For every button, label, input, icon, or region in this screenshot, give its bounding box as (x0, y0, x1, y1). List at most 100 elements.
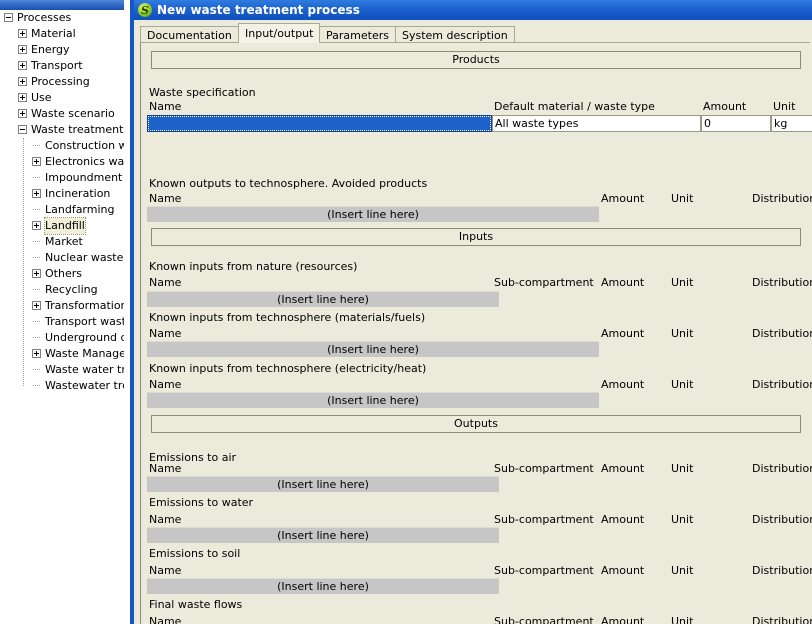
tree-item-incineration[interactable]: Incineration (0, 186, 124, 202)
group-title-known-outputs-technosphere: Known outputs to technosphere. Avoided p… (149, 177, 428, 190)
column-header-default-material: Default material / waste type (494, 100, 655, 113)
column-header-unit: Unit (671, 276, 694, 289)
group-title-known-inputs-electricity: Known inputs from technosphere (electric… (149, 362, 427, 375)
insert-line-known-inputs-electricity[interactable]: (Insert line here) (147, 392, 599, 408)
expand-plus-icon[interactable] (18, 93, 27, 102)
waste-specification-default-material-input[interactable]: All waste types (492, 115, 701, 132)
tree-item-transport[interactable]: Transport (0, 58, 124, 74)
expand-plus-icon[interactable] (18, 61, 27, 70)
tree-item-wastewater-trea[interactable]: Wastewater trea (0, 378, 124, 394)
tree-item-construction-was[interactable]: Construction was (0, 138, 124, 154)
group-title-known-inputs-materials: Known inputs from technosphere (material… (149, 311, 426, 324)
expand-plus-icon[interactable] (32, 157, 41, 166)
tree-item-transformation[interactable]: Transformation (0, 298, 124, 314)
tree-item-label: Transformation (45, 299, 124, 312)
dialog-titlebar[interactable]: S New waste treatment process (134, 0, 812, 20)
tree-item-landfill[interactable]: Landfill (0, 217, 124, 235)
section-header-inputs: Inputs (151, 228, 801, 246)
tree-item-processing[interactable]: Processing (0, 74, 124, 90)
column-header-amount: Amount (601, 327, 645, 340)
expand-plus-icon[interactable] (18, 109, 27, 118)
column-header-sub-compartment: Sub-compartment (494, 615, 594, 624)
expand-plus-icon[interactable] (32, 269, 41, 278)
expand-plus-icon[interactable] (32, 301, 41, 310)
tree-item-waste-treatment[interactable]: Waste treatment (0, 122, 124, 138)
insert-line-emissions-water[interactable]: (Insert line here) (147, 527, 499, 543)
column-header-sub-compartment: Sub-compartment (494, 564, 594, 577)
expand-plus-icon[interactable] (32, 189, 41, 198)
collapse-minus-icon[interactable] (18, 125, 27, 134)
tab-input-output[interactable]: Input/output (238, 23, 321, 43)
column-header-amount: Amount (601, 564, 645, 577)
column-header-unit: Unit (671, 615, 694, 624)
column-header-amount: Amount (601, 615, 645, 624)
tree-item-recycling[interactable]: Recycling (0, 282, 124, 298)
insert-line-emissions-soil[interactable]: (Insert line here) (147, 578, 499, 594)
insert-line-emissions-air[interactable]: (Insert line here) (147, 476, 499, 492)
process-tree[interactable]: Processes Material Energy Transport Processi… (0, 10, 124, 394)
column-header-unit: Unit (773, 100, 796, 113)
tree-item-electronics-waste[interactable]: Electronics waste (0, 154, 124, 170)
insert-line-known-inputs-materials[interactable]: (Insert line here) (147, 341, 599, 357)
tree-item-waste-scenario[interactable]: Waste scenario (0, 106, 124, 122)
column-header-amount: Amount (601, 276, 645, 289)
tree-item-underground-dep[interactable]: Underground dep (0, 330, 124, 346)
tree-item-material[interactable]: Material (0, 26, 124, 42)
tab-bar[interactable]: Documentation Input/output Parameters Syste… (140, 23, 810, 43)
tree-item-label: Others (45, 267, 82, 280)
tree-item-energy[interactable]: Energy (0, 42, 124, 58)
column-header-name: Name (149, 378, 182, 391)
expand-plus-icon[interactable] (32, 349, 41, 358)
process-dialog-window: S New waste treatment process Documentat… (130, 0, 812, 624)
tree-item-label: Construction was (45, 139, 124, 152)
input-output-form: Products Waste specification Name Defaul… (140, 43, 812, 624)
column-header-distribution: Distribution (752, 615, 812, 624)
tree-branch-dash-icon (33, 369, 40, 371)
column-header-amount: Amount (703, 100, 747, 113)
tree-item-nuclear-waste[interactable]: Nuclear waste (0, 250, 124, 266)
tree-item-label: Market (45, 235, 83, 248)
column-header-name: Name (149, 100, 182, 113)
tree-item-waste-managem[interactable]: Waste Managem (0, 346, 124, 362)
tree-item-label: Wastewater trea (45, 379, 124, 392)
expand-plus-icon[interactable] (32, 221, 41, 230)
tree-item-transport-waste[interactable]: Transport waste (0, 314, 124, 330)
column-header-name: Name (149, 327, 182, 340)
tree-item-use[interactable]: Use (0, 90, 124, 106)
tree-item-processes[interactable]: Processes (0, 10, 124, 26)
tree-branch-dash-icon (33, 289, 40, 291)
process-tree-pane[interactable]: Processes Material Energy Transport Processi… (0, 0, 124, 624)
expand-plus-icon[interactable] (18, 77, 27, 86)
column-header-unit: Unit (671, 513, 694, 526)
group-title-final-waste-flows: Final waste flows (149, 598, 243, 611)
tab-system-description[interactable]: System description (395, 26, 515, 43)
tree-item-others[interactable]: Others (0, 266, 124, 282)
insert-line-known-inputs-nature[interactable]: (Insert line here) (147, 291, 499, 307)
column-header-amount: Amount (601, 192, 645, 205)
section-header-outputs: Outputs (151, 415, 801, 433)
tree-branch-dash-icon (33, 177, 40, 179)
column-header-unit: Unit (671, 378, 694, 391)
tree-item-impoundment[interactable]: Impoundment (0, 170, 124, 186)
column-header-sub-compartment: Sub-compartment (494, 462, 594, 475)
expand-plus-icon[interactable] (18, 45, 27, 54)
collapse-minus-icon[interactable] (4, 13, 13, 22)
expand-plus-icon[interactable] (18, 29, 27, 38)
column-header-distribution: Distribution (752, 378, 812, 391)
tab-label: Input/output (245, 27, 314, 40)
column-header-name: Name (149, 192, 182, 205)
tree-item-landfarming[interactable]: Landfarming (0, 202, 124, 218)
column-header-name: Name (149, 615, 182, 624)
insert-line-known-outputs-technosphere[interactable]: (Insert line here) (147, 206, 599, 222)
waste-specification-unit-input[interactable]: kg (771, 115, 812, 132)
tree-item-label: Underground dep (45, 331, 124, 344)
waste-specification-name-input[interactable] (147, 115, 492, 132)
waste-specification-amount-input[interactable]: 0 (701, 115, 771, 132)
tree-branch-dash-icon (33, 321, 40, 323)
column-header-amount: Amount (601, 462, 645, 475)
tree-item-market[interactable]: Market (0, 234, 124, 250)
tab-documentation[interactable]: Documentation (140, 26, 239, 43)
tree-item-waste-water-tre[interactable]: Waste water tre (0, 362, 124, 378)
tree-branch-dash-icon (33, 385, 40, 387)
tab-parameters[interactable]: Parameters (319, 26, 396, 43)
